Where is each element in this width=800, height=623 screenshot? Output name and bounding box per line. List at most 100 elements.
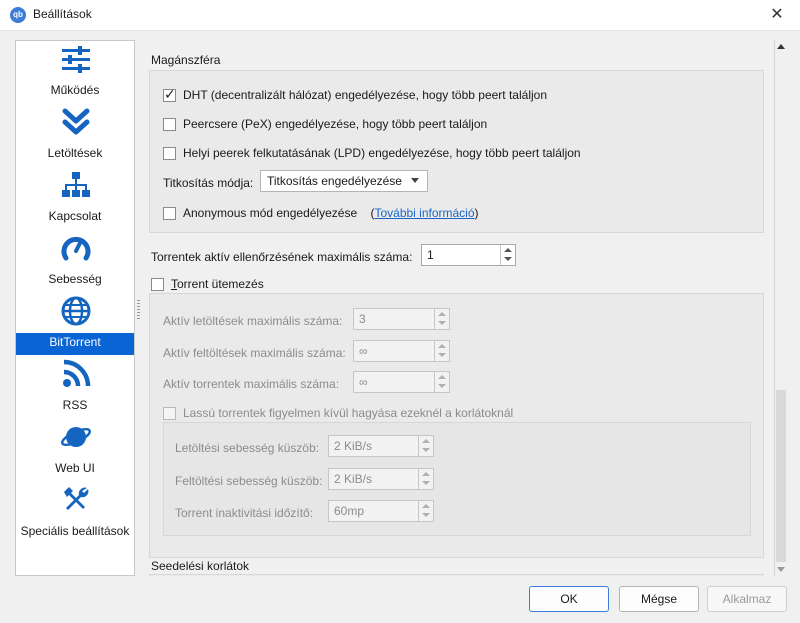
spin-up-icon (422, 472, 430, 476)
sidebar-item-label: Speciális beállítások (20, 524, 130, 538)
max-downloads-spinbox[interactable]: 3 (353, 308, 450, 330)
ul-threshold-value: 2 KiB/s (334, 472, 373, 486)
app-logo-icon: qb (10, 7, 26, 23)
sidebar-item-behavior[interactable]: Működés (16, 41, 134, 104)
sidebar-item-label: Működés (50, 83, 100, 97)
sidebar-item-label: Letöltések (47, 146, 103, 160)
lpd-checkbox[interactable] (163, 147, 176, 160)
max-uploads-value: ∞ (359, 344, 368, 358)
inactivity-spinbox[interactable]: 60mp (328, 500, 434, 522)
max-torrents-spinbox[interactable]: ∞ (353, 371, 450, 393)
settings-sidebar: Működés Letöltések Kapcsolat Sebesség Bi… (15, 40, 135, 576)
planet-icon (60, 427, 92, 447)
spin-buttons[interactable] (434, 372, 449, 392)
queueing-option[interactable]: Torrent ütemezés (151, 277, 264, 291)
max-checks-label: Torrentek aktív ellenőrzésének maximális… (151, 250, 413, 264)
max-torrents-label: Aktív torrentek maximális száma: (163, 377, 340, 391)
more-info-link[interactable]: További információ (374, 206, 474, 220)
chevron-down-icon (411, 178, 419, 183)
lpd-option[interactable]: Helyi peerek felkutatásának (LPD) engedé… (163, 146, 581, 160)
spin-buttons[interactable] (434, 309, 449, 329)
queueing-label: orrent ütemezés (177, 277, 264, 291)
sidebar-item-label: Sebesség (48, 272, 102, 286)
settings-content: Magánszféra DHT (decentralizált hálózat)… (142, 40, 774, 576)
spin-down-icon (422, 513, 430, 517)
sidebar-item-rss[interactable]: RSS (16, 356, 134, 419)
queueing-checkbox[interactable] (151, 278, 164, 291)
anonymous-option[interactable]: Anonymous mód engedélyezése (További inf… (163, 206, 479, 220)
sidebar-item-connection[interactable]: Kapcsolat (16, 167, 134, 230)
pex-checkbox[interactable] (163, 118, 176, 131)
scroll-up-icon[interactable] (777, 44, 785, 49)
pex-option[interactable]: Peercsere (PeX) engedélyezése, hogy több… (163, 117, 487, 131)
encryption-value: Titkosítás engedélyezése (267, 174, 402, 188)
spin-up-icon (438, 344, 446, 348)
spin-down-icon (422, 448, 430, 452)
dl-threshold-value: 2 KiB/s (334, 439, 373, 453)
scroll-down-icon[interactable] (777, 567, 785, 572)
dht-option[interactable]: DHT (decentralizált hálózat) engedélyezé… (163, 86, 547, 103)
spin-buttons[interactable] (500, 245, 515, 265)
spin-down-icon (504, 257, 512, 261)
slow-torrents-checkbox[interactable] (163, 407, 176, 420)
speedometer-icon (61, 236, 91, 261)
slow-torrents-option[interactable]: Lassú torrentek figyelmen kívül hagyása … (163, 406, 513, 420)
close-button[interactable]: ✕ (754, 0, 800, 30)
anonymous-checkbox[interactable] (163, 207, 176, 220)
sidebar-item-label: BitTorrent (49, 335, 101, 349)
spin-buttons[interactable] (434, 341, 449, 361)
ul-threshold-label: Feltöltési sebesség küszöb: (175, 474, 323, 488)
content-scrollbar[interactable] (774, 40, 786, 576)
sidebar-item-speed[interactable]: Sebesség (16, 230, 134, 293)
sidebar-item-label: Kapcsolat (48, 209, 102, 223)
sidebar-item-webui[interactable]: Web UI (16, 419, 134, 482)
window-title: Beállítások (33, 7, 92, 21)
tools-icon (64, 487, 89, 510)
spin-down-icon (438, 384, 446, 388)
inactivity-value: 60mp (334, 504, 365, 518)
max-uploads-label: Aktív feltöltések maximális száma: (163, 346, 346, 360)
network-icon (62, 172, 90, 197)
spin-down-icon (422, 481, 430, 485)
spin-down-icon (438, 321, 446, 325)
spin-buttons[interactable] (418, 436, 433, 456)
privacy-title: Magánszféra (151, 53, 221, 67)
dl-threshold-spinbox[interactable]: 2 KiB/s (328, 435, 434, 457)
scroll-thumb[interactable] (776, 390, 786, 562)
seeding-group (149, 574, 764, 576)
sidebar-item-label: Web UI (55, 461, 95, 475)
max-downloads-value: 3 (359, 312, 366, 326)
ok-button[interactable]: OK (529, 586, 609, 612)
spin-up-icon (422, 439, 430, 443)
sidebar-item-downloads[interactable]: Letöltések (16, 104, 134, 167)
cancel-button[interactable]: Mégse (619, 586, 699, 612)
lpd-label: Helyi peerek felkutatásának (LPD) engedé… (183, 146, 581, 160)
sliders-icon (62, 46, 90, 73)
max-torrents-value: ∞ (359, 375, 368, 389)
sidebar-item-bittorrent[interactable]: BitTorrent (16, 293, 134, 356)
max-checks-spinbox[interactable]: 1 (421, 244, 516, 266)
close-icon: ✕ (770, 6, 784, 23)
spin-buttons[interactable] (418, 469, 433, 489)
inactivity-label: Torrent inaktivitási időzítő: (175, 506, 314, 520)
spin-up-icon (504, 248, 512, 252)
sidebar-item-label: RSS (62, 398, 88, 412)
spin-down-icon (438, 353, 446, 357)
double-chevron-down-icon (62, 108, 90, 135)
title-bar: qb Beállítások ✕ (0, 0, 800, 31)
encryption-label: Titkosítás módja: (163, 176, 254, 190)
max-uploads-spinbox[interactable]: ∞ (353, 340, 450, 362)
pex-label: Peercsere (PeX) engedélyezése, hogy több… (183, 117, 488, 131)
sidebar-item-advanced[interactable]: Speciális beállítások (16, 482, 134, 545)
dht-checkbox[interactable] (163, 86, 176, 103)
splitter-handle[interactable] (137, 300, 140, 320)
anonymous-label: Anonymous mód engedélyezése (183, 206, 358, 220)
dht-label: DHT (decentralizált hálózat) engedélyezé… (183, 88, 547, 102)
apply-button[interactable]: Alkalmaz (707, 586, 787, 612)
spin-up-icon (422, 504, 430, 508)
dl-threshold-label: Letöltési sebesség küszöb: (175, 441, 320, 455)
encryption-select[interactable]: Titkosítás engedélyezése (260, 170, 428, 192)
ul-threshold-spinbox[interactable]: 2 KiB/s (328, 468, 434, 490)
spin-up-icon (438, 375, 446, 379)
spin-buttons[interactable] (418, 501, 433, 521)
